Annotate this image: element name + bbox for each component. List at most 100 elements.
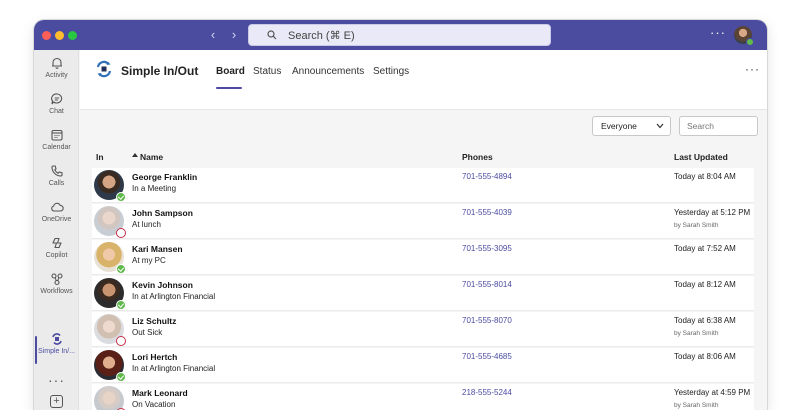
- tab-announcements[interactable]: Announcements: [292, 66, 364, 77]
- status-in-icon: [116, 192, 126, 202]
- avatar: [94, 386, 126, 410]
- rail-item-copilot[interactable]: Copilot: [34, 236, 79, 272]
- person-status: In a Meeting: [132, 184, 177, 193]
- user-avatar[interactable]: [734, 26, 754, 46]
- phone-link[interactable]: 701-555-3095: [462, 244, 512, 253]
- app-more-options-icon[interactable]: ···: [745, 62, 760, 76]
- add-app-icon[interactable]: +: [50, 395, 63, 408]
- rail-item-calendar[interactable]: Calendar: [34, 128, 79, 164]
- person-name: Kari Mansen: [132, 244, 183, 254]
- rail-item-workflows[interactable]: Workflows: [34, 272, 79, 308]
- person-name: Mark Leonard: [132, 388, 188, 398]
- title-bar: ‹ › Search (⌘ E) ···: [34, 20, 767, 50]
- avatar-photo: [94, 386, 124, 410]
- person-status: At my PC: [132, 256, 166, 265]
- last-updated: Today at 6:38 AM: [674, 316, 736, 325]
- table-row[interactable]: Liz Schultz Out Sick 701-555-8070 Today …: [92, 312, 754, 347]
- phone-link[interactable]: 701-555-4685: [462, 352, 512, 361]
- table-row[interactable]: George Franklin In a Meeting 701-555-489…: [92, 168, 754, 203]
- person-name: John Sampson: [132, 208, 193, 218]
- simple-inout-icon: [51, 333, 62, 345]
- last-updated: Today at 8:04 AM: [674, 172, 736, 181]
- last-updated: Today at 8:06 AM: [674, 352, 736, 361]
- rail-label-simple-inout: Simple In/...: [38, 348, 75, 355]
- zoom-window-button[interactable]: [68, 31, 77, 40]
- rail-item-activity[interactable]: Activity: [34, 56, 79, 92]
- phone-link[interactable]: 701-555-4039: [462, 208, 512, 217]
- tab-status[interactable]: Status: [253, 66, 281, 77]
- table-row[interactable]: Mark Leonard On Vacation 218-555-5244 Ye…: [92, 384, 754, 410]
- phone-icon: [50, 165, 63, 177]
- last-updated: Yesterday at 4:59 PM: [674, 388, 751, 397]
- cloud-icon: [50, 202, 64, 212]
- calendar-icon: [50, 129, 63, 141]
- global-search-placeholder: Search (⌘ E): [288, 30, 355, 42]
- rail-item-chat[interactable]: Chat: [34, 92, 79, 128]
- rail-label-copilot: Copilot: [45, 252, 68, 259]
- person-status: Out Sick: [132, 328, 163, 337]
- presence-available-icon: [746, 38, 754, 46]
- rail-label-chat: Chat: [49, 108, 64, 115]
- app-rail: Activity Chat Calendar Calls OneDrive Co…: [34, 50, 79, 410]
- rail-label-calls: Calls: [48, 180, 65, 187]
- column-header-name[interactable]: Name: [140, 152, 163, 162]
- forward-arrow-icon[interactable]: ›: [227, 27, 241, 43]
- avatar: [94, 206, 126, 238]
- rail-item-calls[interactable]: Calls: [34, 164, 79, 200]
- workflow-icon: [50, 273, 63, 286]
- status-in-icon: [116, 264, 126, 274]
- last-updated: Today at 8:12 AM: [674, 280, 736, 289]
- app-title: Simple In/Out: [121, 64, 199, 78]
- close-window-button[interactable]: [42, 31, 51, 40]
- phone-link[interactable]: 701-555-4894: [462, 172, 512, 181]
- board-search-input[interactable]: [679, 116, 758, 136]
- person-name: George Franklin: [132, 172, 198, 182]
- table-row[interactable]: Kari Mansen At my PC 701-555-3095 Today …: [92, 240, 754, 275]
- rail-more-apps-icon[interactable]: ···: [34, 373, 79, 387]
- table-row[interactable]: Kevin Johnson In at Arlington Financial …: [92, 276, 754, 311]
- updated-by: by Sarah Smith: [674, 330, 719, 337]
- avatar: [94, 242, 126, 274]
- rail-label-activity: Activity: [45, 72, 68, 79]
- chat-icon: [50, 93, 62, 105]
- main-content: Simple In/Out Board Status Announcements…: [80, 50, 767, 410]
- chevron-down-icon: [656, 123, 664, 129]
- status-in-icon: [116, 300, 126, 310]
- more-options-icon[interactable]: ···: [710, 26, 726, 39]
- phone-link[interactable]: 218-555-5244: [462, 388, 512, 397]
- person-status: At lunch: [132, 220, 161, 229]
- table-row[interactable]: Lori Hertch In at Arlington Financial 70…: [92, 348, 754, 383]
- minimize-window-button[interactable]: [55, 31, 64, 40]
- tab-board[interactable]: Board: [216, 66, 245, 77]
- back-arrow-icon[interactable]: ‹: [206, 27, 220, 43]
- column-header-in[interactable]: In: [96, 152, 104, 162]
- tab-settings[interactable]: Settings: [373, 66, 409, 77]
- rail-label-onedrive: OneDrive: [41, 216, 72, 223]
- updated-by: by Sarah Smith: [674, 402, 719, 409]
- rail-item-simple-inout[interactable]: Simple In/...: [34, 332, 79, 368]
- person-name: Lori Hertch: [132, 352, 178, 362]
- grid-header-row: In Name Phones Last Updated: [92, 147, 754, 167]
- simple-inout-logo-icon: [96, 60, 112, 78]
- status-in-icon: [116, 372, 126, 382]
- phone-link[interactable]: 701-555-8014: [462, 280, 512, 289]
- active-tab-indicator: [216, 87, 242, 89]
- avatar: [94, 314, 126, 346]
- global-search-input[interactable]: Search (⌘ E): [248, 24, 551, 46]
- sort-ascending-icon: [132, 153, 138, 157]
- column-header-last-updated[interactable]: Last Updated: [674, 152, 728, 162]
- person-name: Liz Schultz: [132, 316, 177, 326]
- updated-by: by Sarah Smith: [674, 222, 719, 229]
- avatar: [94, 350, 126, 382]
- group-filter-select[interactable]: Everyone: [592, 116, 671, 136]
- person-status: On Vacation: [132, 400, 176, 409]
- table-row[interactable]: John Sampson At lunch 701-555-4039 Yeste…: [92, 204, 754, 239]
- avatar: [94, 278, 126, 310]
- app-header: Simple In/Out Board Status Announcements…: [80, 50, 767, 110]
- last-updated: Today at 7:52 AM: [674, 244, 736, 253]
- search-icon: [267, 30, 277, 40]
- rail-label-calendar: Calendar: [42, 144, 71, 151]
- rail-item-onedrive[interactable]: OneDrive: [34, 200, 79, 236]
- column-header-phones[interactable]: Phones: [462, 152, 493, 162]
- phone-link[interactable]: 701-555-8070: [462, 316, 512, 325]
